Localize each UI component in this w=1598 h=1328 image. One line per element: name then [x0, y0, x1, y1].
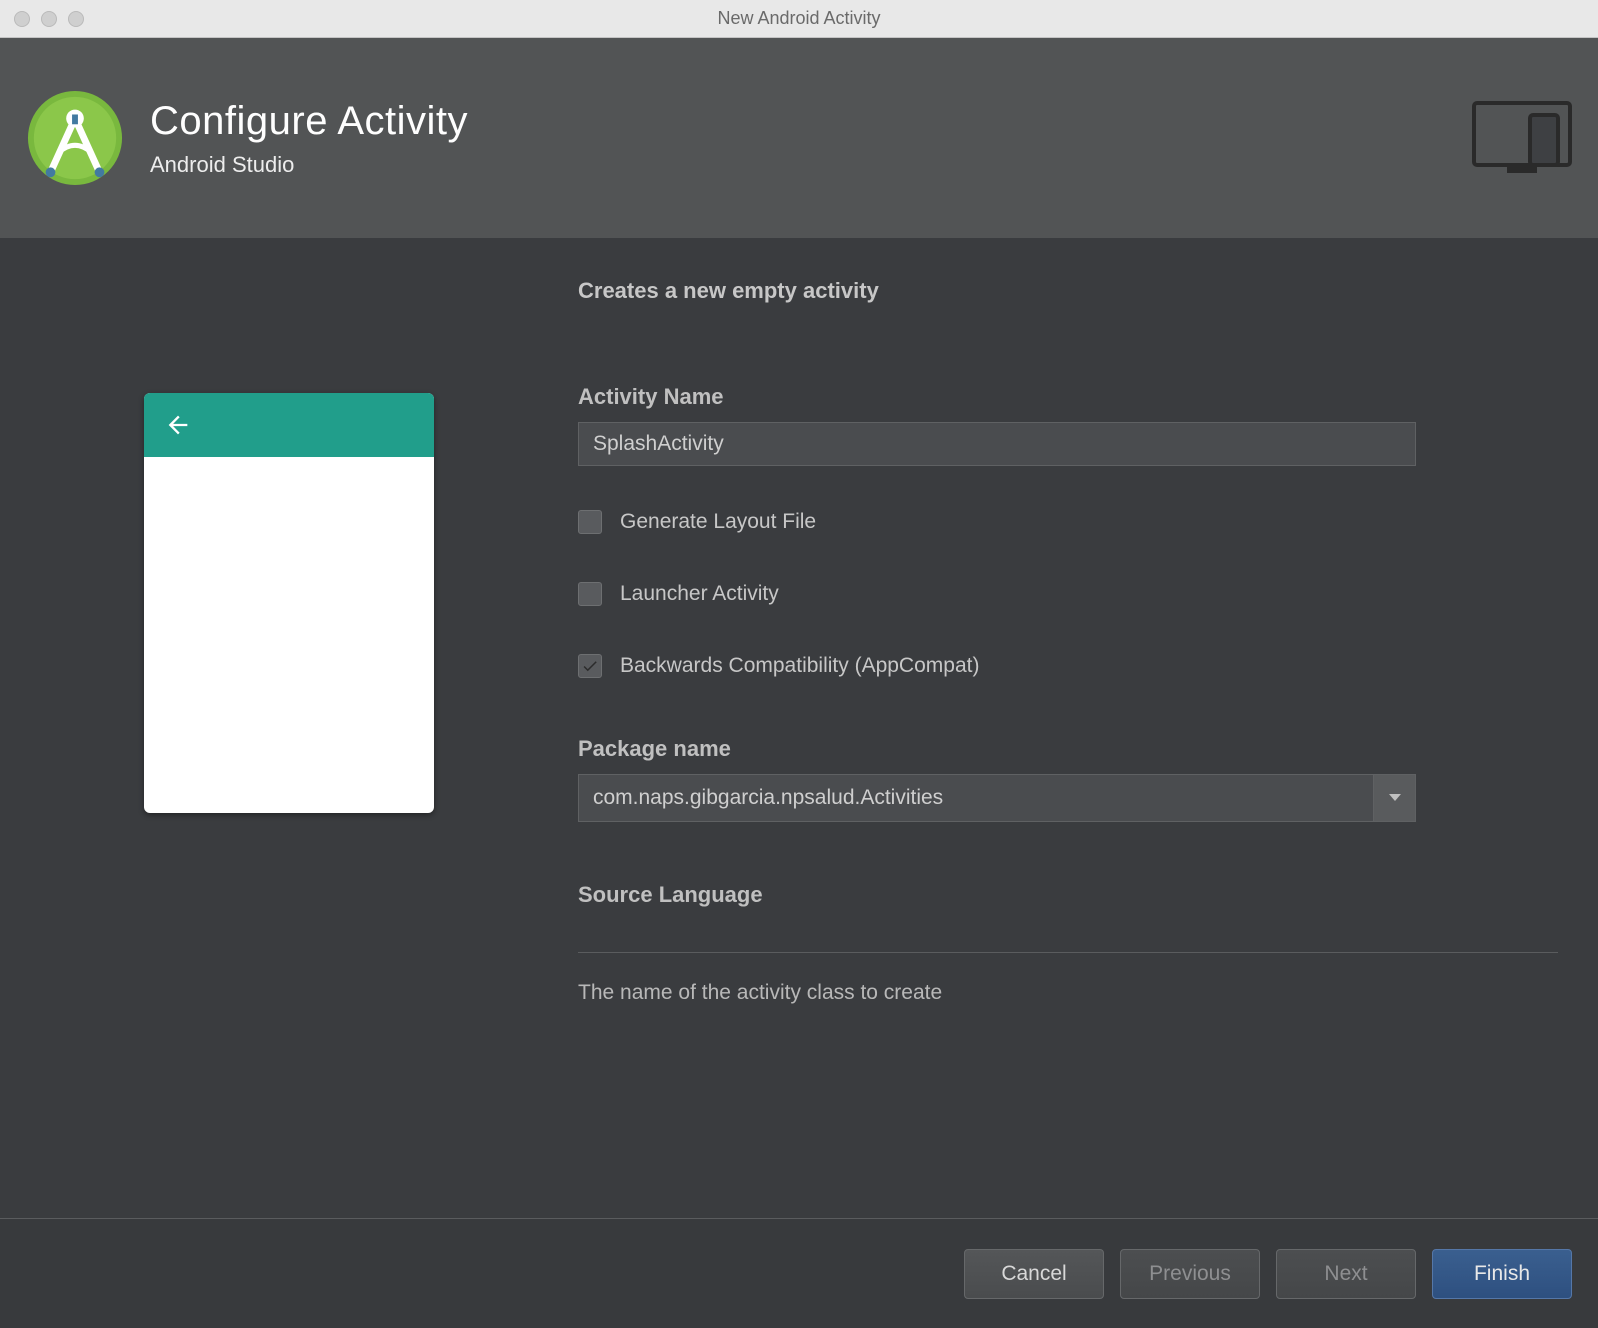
cancel-button[interactable]: Cancel	[964, 1249, 1104, 1299]
package-name-dropdown-button[interactable]	[1373, 775, 1415, 821]
finish-button[interactable]: Finish	[1432, 1249, 1572, 1299]
page-subtitle: Android Studio	[150, 152, 468, 178]
package-name-label: Package name	[578, 736, 1558, 762]
preview-column	[0, 278, 578, 1218]
window-title: New Android Activity	[717, 8, 880, 29]
content-area: Creates a new empty activity Activity Na…	[0, 238, 1598, 1218]
divider	[578, 952, 1558, 953]
triangle-down-icon	[1388, 793, 1402, 803]
titlebar: New Android Activity	[0, 0, 1598, 38]
source-language-label: Source Language	[578, 882, 1558, 908]
generate-layout-checkbox[interactable]	[578, 510, 602, 534]
minimize-window-button[interactable]	[41, 11, 57, 27]
zoom-window-button[interactable]	[68, 11, 84, 27]
back-arrow-icon	[164, 411, 192, 439]
close-window-button[interactable]	[14, 11, 30, 27]
package-name-select[interactable]: com.naps.gibgarcia.npsalud.Activities	[578, 774, 1416, 822]
activity-name-label: Activity Name	[578, 384, 1558, 410]
header: Configure Activity Android Studio	[0, 38, 1598, 238]
preview-appbar	[144, 393, 434, 457]
launcher-activity-checkbox[interactable]	[578, 582, 602, 606]
activity-name-input[interactable]	[578, 422, 1416, 466]
generate-layout-label: Generate Layout File	[620, 510, 816, 534]
activity-preview	[144, 393, 434, 813]
next-button[interactable]: Next	[1276, 1249, 1416, 1299]
traffic-lights	[0, 11, 84, 27]
checkmark-icon	[581, 657, 599, 675]
form-description: Creates a new empty activity	[578, 278, 1558, 304]
device-template-icon	[1472, 101, 1572, 175]
backwards-compat-label: Backwards Compatibility (AppCompat)	[620, 654, 979, 678]
android-studio-logo-icon	[26, 89, 124, 187]
form-column: Creates a new empty activity Activity Na…	[578, 278, 1598, 1218]
page-title: Configure Activity	[150, 99, 468, 144]
backwards-compat-checkbox[interactable]	[578, 654, 602, 678]
previous-button[interactable]: Previous	[1120, 1249, 1260, 1299]
launcher-activity-label: Launcher Activity	[620, 582, 779, 606]
footer: Cancel Previous Next Finish	[0, 1218, 1598, 1328]
package-name-value: com.naps.gibgarcia.npsalud.Activities	[579, 775, 1373, 821]
help-text: The name of the activity class to create	[578, 981, 1558, 1005]
